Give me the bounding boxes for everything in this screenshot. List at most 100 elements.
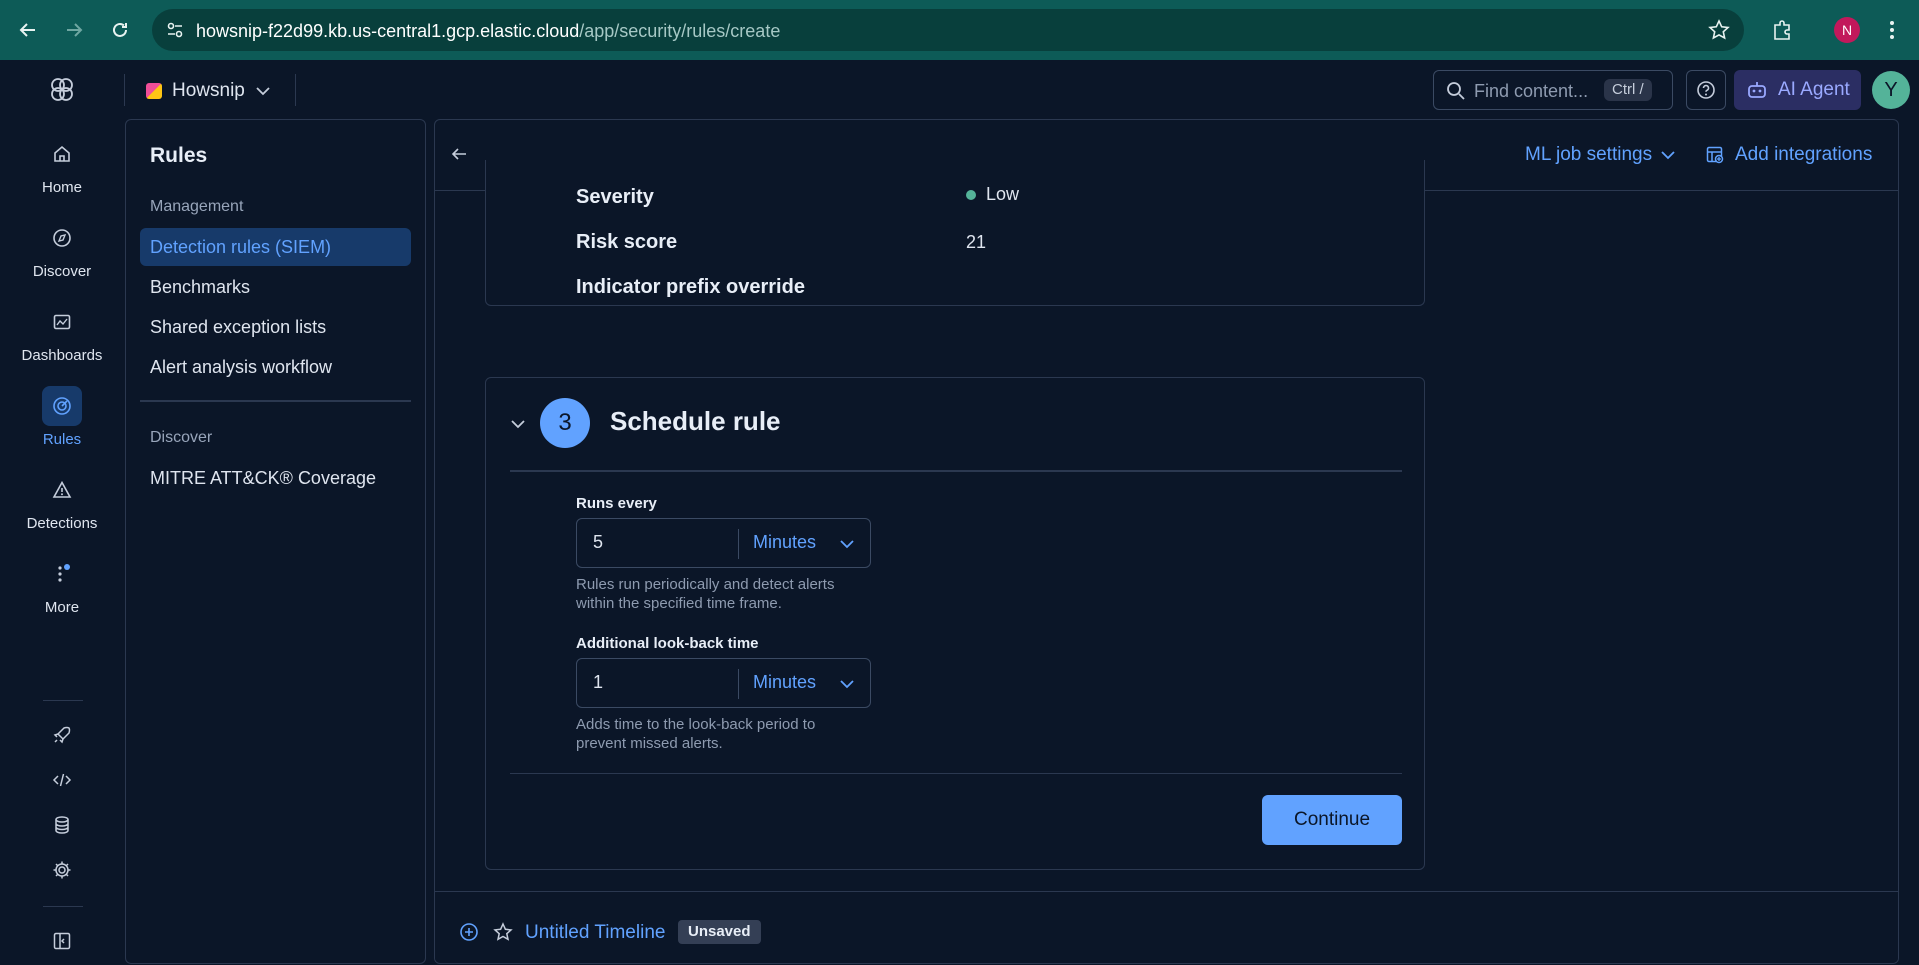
robot-icon [1748, 82, 1766, 98]
nav-item-rules[interactable]: Rules [0, 386, 124, 448]
nav-divider [43, 700, 83, 701]
side-nav-item-detection-rules[interactable]: Detection rules (SIEM) [140, 228, 411, 266]
back-arrow-icon[interactable] [12, 14, 44, 46]
address-bar[interactable]: howsnip-f22d99.kb.us-central1.gcp.elasti… [152, 9, 1744, 51]
continue-button[interactable]: Continue [1262, 795, 1402, 845]
lookback-field: 1 Minutes [576, 658, 871, 708]
extensions-icon[interactable] [1766, 14, 1798, 46]
ai-agent-label: AI Agent [1778, 79, 1850, 100]
collapse-panel-icon[interactable] [47, 926, 77, 956]
severity-value: Low [966, 184, 1019, 205]
chevron-down-icon[interactable] [508, 414, 528, 434]
runs-every-help: Rules run periodically and detect alerts… [576, 576, 835, 612]
integrations-icon [1706, 146, 1724, 164]
lookback-label: Additional look-back time [576, 635, 759, 652]
help-button[interactable] [1686, 70, 1726, 110]
lookback-unit-select[interactable]: Minutes [753, 672, 816, 693]
nav-label: Home [41, 179, 82, 196]
nav-item-discover[interactable]: Discover [0, 218, 124, 280]
side-nav-divider [140, 400, 411, 402]
database-icon[interactable] [47, 810, 77, 840]
section-divider [510, 470, 1402, 472]
forward-arrow-icon[interactable] [58, 14, 90, 46]
chevron-down-icon [256, 87, 270, 96]
rules-side-nav: Rules Management Detection rules (SIEM) … [125, 119, 426, 964]
app-header: Howsnip Find content... Ctrl / AI Agent … [0, 60, 1919, 119]
field-separator [738, 529, 739, 559]
nav-label: Discover [32, 263, 92, 280]
add-timeline-icon[interactable] [459, 922, 479, 942]
primary-nav: Home Discover Dashboards Rules Detection… [0, 119, 124, 965]
nav-divider [43, 906, 83, 907]
nav-label: Rules [42, 431, 82, 448]
browser-menu-icon[interactable] [1876, 14, 1908, 46]
lookback-input[interactable]: 1 [593, 672, 603, 693]
runs-every-label: Runs every [576, 495, 657, 512]
nav-item-more[interactable]: More [0, 554, 124, 616]
timeline-title[interactable]: Untitled Timeline [525, 922, 665, 944]
user-avatar[interactable]: Y [1872, 71, 1910, 109]
ml-job-settings-button[interactable]: ML job settings [1525, 144, 1676, 166]
site-info-icon[interactable] [166, 21, 184, 44]
back-arrow-icon[interactable] [449, 144, 473, 168]
chevron-down-icon [1661, 151, 1675, 160]
code-icon[interactable] [47, 765, 77, 795]
side-nav-item-shared-exception-lists[interactable]: Shared exception lists [140, 308, 411, 346]
compass-icon [42, 218, 82, 258]
severity-dot [966, 189, 976, 200]
url-text: howsnip-f22d99.kb.us-central1.gcp.elasti… [196, 21, 781, 41]
side-nav-item-mitre-coverage[interactable]: MITRE ATT&CK® Coverage [140, 459, 411, 497]
home-icon [42, 134, 82, 174]
space-logo-icon [146, 83, 162, 99]
reload-icon[interactable] [104, 14, 136, 46]
side-nav-item-alert-analysis-workflow[interactable]: Alert analysis workflow [140, 348, 411, 386]
bookmark-star-icon[interactable] [1708, 19, 1730, 46]
timeline-bar: Untitled Timeline Unsaved [435, 891, 1898, 963]
nav-item-dashboards[interactable]: Dashboards [0, 302, 124, 364]
nav-label: More [44, 599, 80, 616]
section-divider [510, 773, 1402, 774]
ai-agent-button[interactable]: AI Agent [1734, 70, 1861, 110]
field-separator [738, 669, 739, 699]
step-number-badge: 3 [540, 398, 590, 448]
warning-icon [42, 470, 82, 510]
side-nav-item-benchmarks[interactable]: Benchmarks [140, 268, 411, 306]
chevron-down-icon[interactable] [837, 534, 857, 554]
timeline-status-badge: Unsaved [678, 920, 761, 944]
radar-icon [42, 386, 82, 426]
add-integrations-button[interactable]: Add integrations [1705, 144, 1872, 166]
main-content: ML job settings Add integrations Severit… [434, 119, 1899, 964]
runs-every-input[interactable]: 5 [593, 532, 603, 553]
ml-job-settings-label: ML job settings [1525, 144, 1653, 165]
nav-item-home[interactable]: Home [0, 134, 124, 196]
risk-score-label: Risk score [576, 231, 678, 253]
risk-score-value: 21 [966, 232, 987, 252]
about-rule-panel: Severity Low Risk score 21 Indicator pre… [485, 160, 1425, 306]
space-name: Howsnip [172, 80, 245, 101]
space-switcher[interactable]: Howsnip [146, 78, 271, 104]
severity-label: Severity [576, 186, 654, 208]
rocket-icon[interactable] [47, 720, 77, 750]
nav-label: Detections [26, 515, 98, 532]
scroll-down-icon[interactable] [1898, 952, 1899, 960]
runs-every-unit-select[interactable]: Minutes [753, 532, 816, 553]
side-nav-section-discover: Discover [150, 429, 213, 446]
dashboard-icon [42, 302, 82, 342]
gear-icon[interactable] [47, 855, 77, 885]
header-divider [295, 74, 296, 106]
help-icon [1697, 81, 1715, 99]
star-icon[interactable] [493, 922, 513, 942]
lookback-help: Adds time to the look-back period to pre… [576, 716, 816, 752]
schedule-rule-panel: 3 Schedule rule Runs every 5 Minutes Rul… [485, 377, 1425, 870]
elastic-logo-icon[interactable] [46, 74, 78, 106]
chevron-down-icon[interactable] [837, 674, 857, 694]
nav-item-detections[interactable]: Detections [0, 470, 124, 532]
browser-toolbar: howsnip-f22d99.kb.us-central1.gcp.elasti… [0, 0, 1919, 60]
search-input[interactable]: Find content... Ctrl / [1433, 70, 1673, 110]
indicator-prefix-label: Indicator prefix override [576, 276, 805, 298]
search-placeholder: Find content... [1474, 81, 1589, 101]
browser-profile-avatar[interactable]: N [1834, 17, 1860, 43]
search-icon [1447, 82, 1465, 100]
runs-every-field: 5 Minutes [576, 518, 871, 568]
search-shortcut-badge: Ctrl / [1604, 79, 1652, 101]
